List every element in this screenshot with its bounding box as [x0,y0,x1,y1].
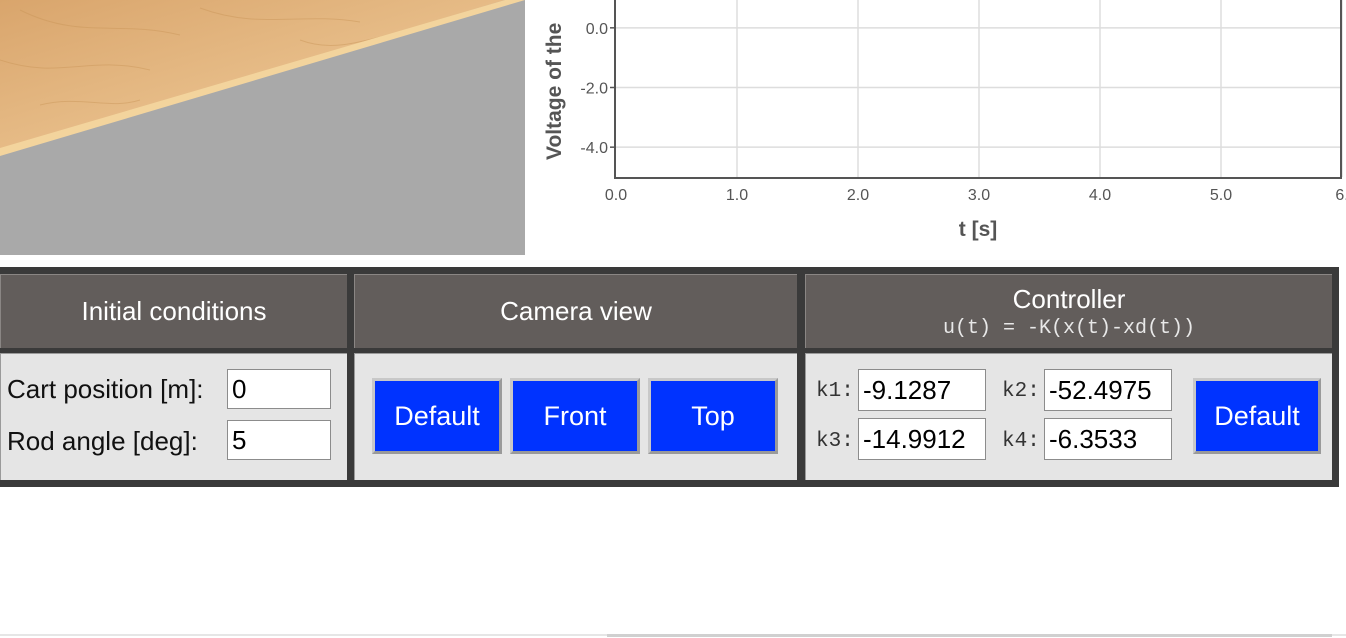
chart-grid [616,0,1343,177]
cart-position-input[interactable] [227,369,331,409]
x-tick-label: 5.0 [1210,187,1232,204]
k2-input[interactable] [1044,369,1172,411]
x-tick-label: 6. [1335,187,1346,204]
initial-conditions-header: Initial conditions [0,274,347,348]
cart-position-label: Cart position [m]: [7,374,204,404]
y-tick-label: 0.0 [586,21,608,38]
k3-input[interactable] [858,418,986,460]
k4-input[interactable] [1044,418,1172,460]
k3-label: k3: [816,430,854,453]
controller-body: k1: k2: k3: k4: Default [805,353,1332,480]
plot-border [614,0,1342,179]
y-axis-title: Voltage of the [543,23,566,160]
initial-conditions-body: Cart position [m]: Rod angle [deg]: [0,353,347,480]
scrollbar-track[interactable] [607,634,1332,637]
initial-conditions-title: Initial conditions [81,296,267,326]
k1-input[interactable] [858,369,986,411]
controller-default-button[interactable]: Default [1193,378,1321,454]
rod-angle-input[interactable] [227,420,331,460]
camera-view-header: Camera view [354,274,797,348]
k2-label: k2: [1002,380,1040,403]
controller-formula: u(t) = -K(x(t)-xd(t)) [942,316,1196,340]
voltage-chart: 0.0 -2.0 -4.0 0.0 1.0 2.0 3.0 4.0 5.0 6. Voltage… [530,0,1346,260]
k4-label: k4: [1002,430,1040,453]
x-axis-title: t [s] [959,218,998,241]
simulation-viewport[interactable] [0,0,525,255]
k1-label: k1: [816,380,854,403]
camera-top-button[interactable]: Top [648,378,778,454]
camera-view-title: Camera view [500,296,652,326]
x-tick-label: 4.0 [1089,187,1111,204]
x-tick-label: 3.0 [968,187,990,204]
rod-angle-label: Rod angle [deg]: [7,426,198,456]
scene-render [0,0,525,156]
controller-title: Controller [1012,283,1126,314]
x-tick-label: 0.0 [605,187,627,204]
x-tick-label: 1.0 [726,187,748,204]
chart-svg: 0.0 -2.0 -4.0 0.0 1.0 2.0 3.0 4.0 5.0 6. Voltage… [543,0,1346,241]
control-panel: Initial conditions Cart position [m]: Ro… [0,267,1339,487]
camera-default-button[interactable]: Default [372,378,502,454]
y-tick-label: -4.0 [580,140,608,157]
y-tick-label: -2.0 [580,81,608,98]
x-tick-label: 2.0 [847,187,869,204]
controller-header: Controller u(t) = -K(x(t)-xd(t)) [805,274,1332,348]
camera-front-button[interactable]: Front [510,378,640,454]
camera-view-body: Default Front Top [354,353,797,480]
